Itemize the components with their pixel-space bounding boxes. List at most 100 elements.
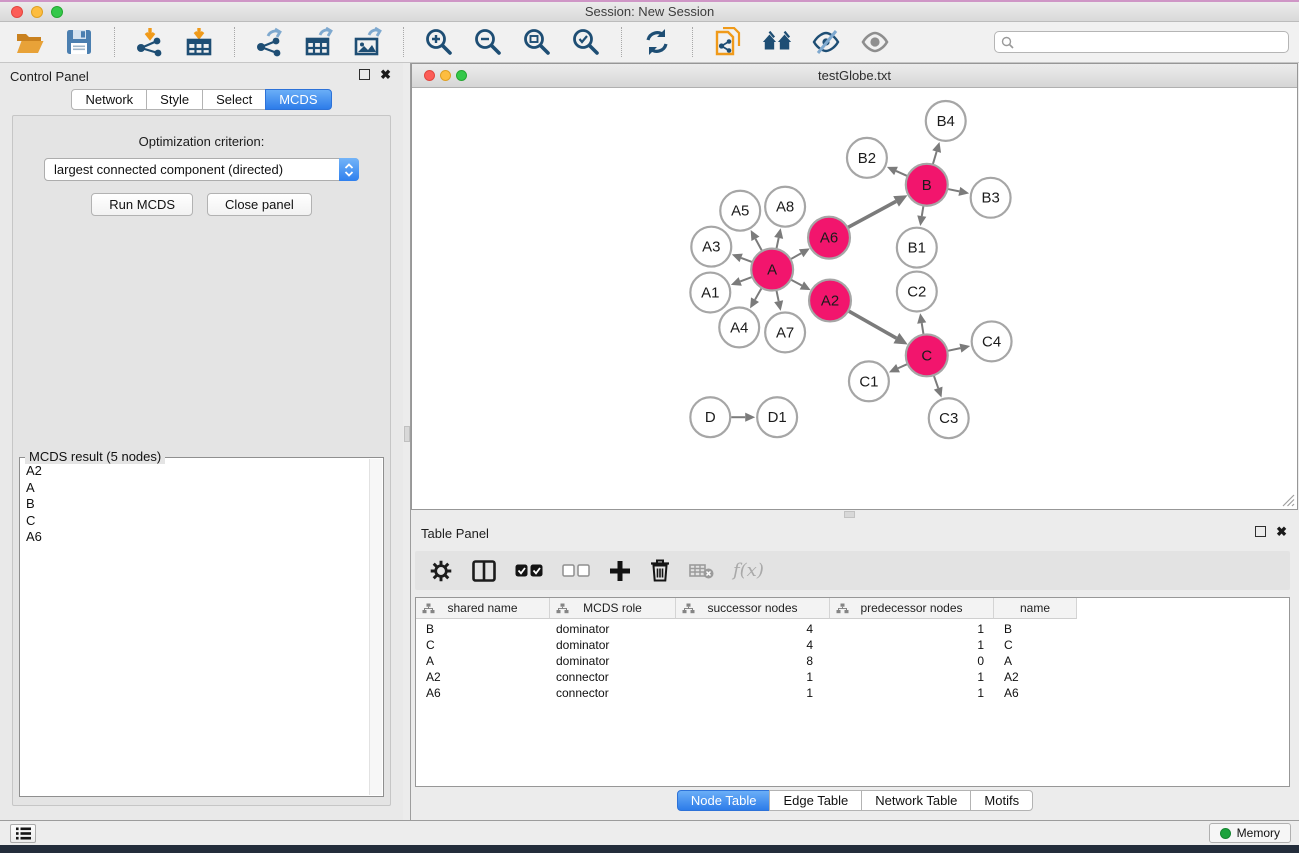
window-resize-grip[interactable] (1282, 494, 1295, 507)
graph-node-C4[interactable]: C4 (972, 321, 1012, 361)
graph-node-D1[interactable]: D1 (757, 397, 797, 437)
graph-edge-A-A6[interactable] (790, 248, 809, 259)
result-item[interactable]: A2 (26, 463, 369, 480)
splitter-grip[interactable] (844, 511, 855, 518)
tab-network-table[interactable]: Network Table (861, 790, 971, 811)
graph-node-B[interactable]: B (906, 164, 948, 206)
graph-node-C1[interactable]: C1 (849, 361, 889, 401)
function-builder-icon[interactable]: f(x) (733, 560, 764, 581)
import-network-icon[interactable] (134, 26, 166, 58)
graph-node-A[interactable]: A (751, 249, 793, 291)
graph-edge-C-C1[interactable] (889, 364, 908, 372)
search-input[interactable] (1018, 35, 1282, 49)
graph-edge-A6-B[interactable] (847, 195, 907, 227)
open-session-icon[interactable] (14, 26, 46, 58)
table-row[interactable]: Cdominator41C (416, 637, 1289, 653)
task-history-button[interactable] (10, 824, 36, 843)
graph-edge-C-C3[interactable] (934, 375, 943, 397)
graph-node-C2[interactable]: C2 (897, 272, 937, 312)
export-table-icon[interactable] (303, 26, 335, 58)
column-header-name[interactable]: name (994, 598, 1077, 619)
delete-table-icon[interactable] (689, 563, 714, 579)
close-panel-icon[interactable]: ✖ (1276, 526, 1287, 537)
add-column-icon[interactable] (609, 560, 631, 582)
column-header-successor-nodes[interactable]: successor nodes (676, 598, 830, 619)
tab-network[interactable]: Network (71, 89, 147, 110)
new-network-from-selection-icon[interactable] (712, 26, 744, 58)
graph-node-D[interactable]: D (690, 397, 730, 437)
memory-button[interactable]: Memory (1209, 823, 1291, 843)
network-graph[interactable]: B4B2BB3B1A5A8A6A3AA1C2A2A4A7C4CC1C3DD1 (412, 89, 1297, 509)
result-item[interactable]: C (26, 513, 369, 530)
criterion-dropdown[interactable]: largest connected component (directed) (44, 158, 359, 181)
tab-style[interactable]: Style (146, 89, 203, 110)
graph-edge-D-D1[interactable] (731, 413, 755, 422)
graph-node-C[interactable]: C (906, 334, 948, 376)
graph-edge-A-A5[interactable] (751, 230, 762, 251)
refresh-icon[interactable] (641, 26, 673, 58)
graph-edge-A-A1[interactable] (731, 277, 753, 286)
graph-node-A6[interactable]: A6 (808, 217, 850, 259)
graph-node-A4[interactable]: A4 (719, 307, 759, 347)
close-panel-icon[interactable]: ✖ (380, 69, 391, 80)
tab-edge-table[interactable]: Edge Table (769, 790, 862, 811)
result-item[interactable]: B (26, 496, 369, 513)
graph-node-B2[interactable]: B2 (847, 138, 887, 178)
import-table-icon[interactable] (183, 26, 215, 58)
graph-edge-B-B2[interactable] (887, 167, 908, 176)
graph-node-A3[interactable]: A3 (691, 227, 731, 267)
save-session-icon[interactable] (63, 26, 95, 58)
graph-edge-A2-C[interactable] (848, 311, 907, 345)
graph-edge-A-A7[interactable] (774, 290, 783, 311)
result-item[interactable]: A6 (26, 529, 369, 546)
zoom-out-icon[interactable] (472, 26, 504, 58)
graph-edge-A-A4[interactable] (750, 288, 762, 309)
select-all-columns-icon[interactable] (515, 564, 543, 577)
export-image-icon[interactable] (352, 26, 384, 58)
export-network-icon[interactable] (254, 26, 286, 58)
graph-edge-A-A3[interactable] (732, 254, 753, 263)
table-row[interactable]: Bdominator41B (416, 621, 1289, 637)
table-row[interactable]: Adominator80A (416, 653, 1289, 669)
graph-node-A1[interactable]: A1 (690, 273, 730, 313)
run-mcds-button[interactable]: Run MCDS (91, 193, 193, 216)
graph-edge-B-B4[interactable] (932, 142, 941, 165)
graph-edge-C-C4[interactable] (947, 344, 970, 353)
graph-edge-C-C2[interactable] (917, 313, 926, 334)
graph-node-B3[interactable]: B3 (971, 178, 1011, 218)
hide-graphics-details-icon[interactable] (810, 26, 842, 58)
graph-edge-A-A8[interactable] (774, 228, 783, 249)
result-scrollbar[interactable] (369, 459, 382, 795)
close-panel-button[interactable]: Close panel (207, 193, 312, 216)
column-layout-icon[interactable] (472, 560, 496, 582)
unselect-all-columns-icon[interactable] (562, 564, 590, 577)
tab-mcds[interactable]: MCDS (265, 89, 331, 110)
search-field[interactable] (994, 31, 1289, 53)
zoom-fit-icon[interactable] (521, 26, 553, 58)
result-item[interactable]: A (26, 480, 369, 497)
network-canvas[interactable]: B4B2BB3B1A5A8A6A3AA1C2A2A4A7C4CC1C3DD1 (412, 89, 1297, 509)
graph-node-B1[interactable]: B1 (897, 228, 937, 268)
column-settings-gear-icon[interactable] (429, 559, 453, 583)
bird-view-eye-icon[interactable] (859, 26, 891, 58)
zoom-in-icon[interactable] (423, 26, 455, 58)
tab-node-table[interactable]: Node Table (677, 790, 771, 811)
float-panel-icon[interactable] (1255, 526, 1266, 537)
delete-columns-trash-icon[interactable] (650, 559, 670, 582)
graph-node-C3[interactable]: C3 (929, 398, 969, 438)
table-row[interactable]: A6connector11A6 (416, 685, 1289, 701)
tab-select[interactable]: Select (202, 89, 266, 110)
table-row[interactable]: A2connector11A2 (416, 669, 1289, 685)
splitter-grip[interactable] (404, 426, 410, 442)
tab-motifs[interactable]: Motifs (970, 790, 1033, 811)
graph-edge-B-B1[interactable] (917, 205, 926, 225)
show-all-networks-icon[interactable] (761, 26, 793, 58)
horizontal-splitter[interactable] (411, 510, 1299, 520)
graph-node-A7[interactable]: A7 (765, 312, 805, 352)
graph-node-A8[interactable]: A8 (765, 187, 805, 227)
graph-node-A2[interactable]: A2 (809, 280, 851, 322)
column-header-shared-name[interactable]: shared name (416, 598, 550, 619)
graph-edge-B-B3[interactable] (947, 187, 969, 196)
float-panel-icon[interactable] (359, 69, 370, 80)
graph-node-A5[interactable]: A5 (720, 191, 760, 231)
